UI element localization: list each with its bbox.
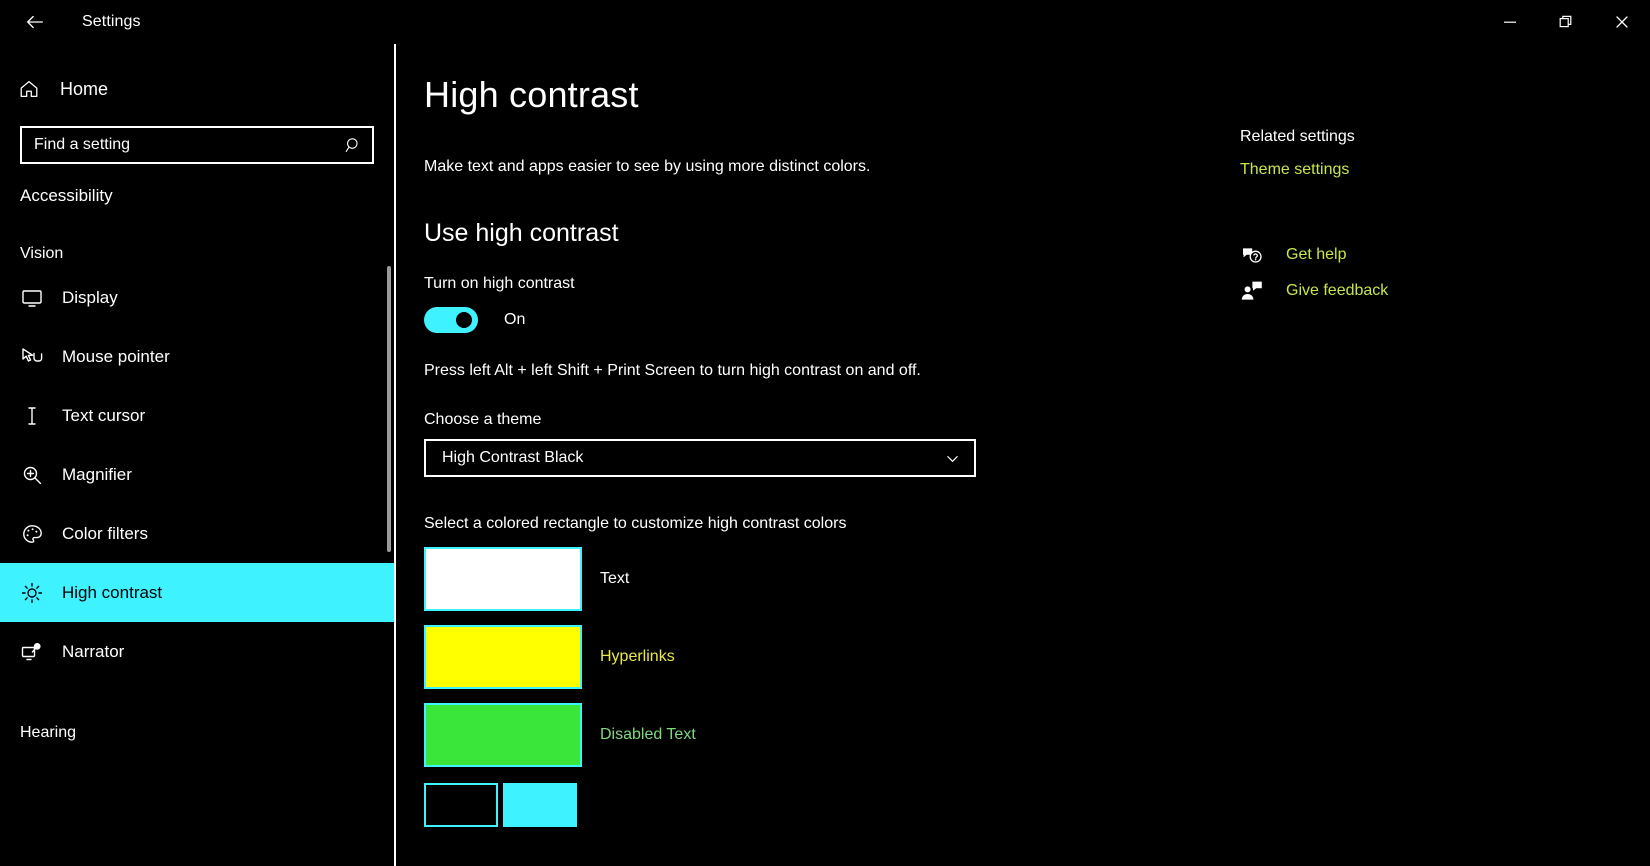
swatch-label-text: Text: [600, 570, 630, 587]
home-icon: [18, 78, 52, 100]
color-swatch-hyperlinks[interactable]: [424, 625, 582, 689]
swatch-row-hyperlinks: Hyperlinks: [424, 625, 1228, 689]
app-title: Settings: [82, 13, 141, 30]
chevron-down-icon: [945, 451, 960, 466]
related-settings-pane: Related settings Theme settings Get help: [1240, 44, 1640, 866]
high-contrast-toggle-row: On: [424, 307, 1228, 333]
toggle-label: Turn on high contrast: [424, 275, 575, 292]
help-block: Get help Give feedback: [1240, 237, 1640, 309]
swatch-caption: Select a colored rectangle to customize …: [424, 515, 847, 532]
title-bar: Settings: [0, 0, 1650, 44]
sidebar-item-color-filters[interactable]: Color filters: [0, 504, 394, 563]
minimize-button[interactable]: [1482, 0, 1538, 44]
home-label: Home: [60, 78, 109, 99]
back-button[interactable]: [12, 6, 58, 38]
close-icon: [1616, 16, 1628, 28]
high-contrast-toggle[interactable]: [424, 307, 478, 333]
sidebar-item-label: Narrator: [62, 641, 125, 661]
sidebar-group-vision: Vision: [20, 245, 64, 262]
section-heading: Use high contrast: [424, 219, 619, 247]
brightness-sun-icon: [14, 581, 50, 605]
search-box[interactable]: [20, 126, 374, 164]
sidebar: Home Accessibility Vision: [0, 44, 396, 866]
related-settings-title: Related settings: [1240, 128, 1355, 145]
back-arrow-icon: [27, 15, 43, 29]
close-button[interactable]: [1594, 0, 1650, 44]
swatch-row-text: Text: [424, 547, 1228, 611]
sidebar-item-high-contrast[interactable]: High contrast: [0, 563, 394, 622]
sidebar-item-label: Color filters: [62, 523, 148, 543]
get-help-row[interactable]: Get help: [1240, 237, 1640, 273]
swatch-row-disabled-text: Disabled Text: [424, 703, 1228, 767]
swatch-row-partial: [424, 783, 1228, 827]
theme-settings-link[interactable]: Theme settings: [1240, 161, 1640, 179]
theme-selected-value: High Contrast Black: [442, 449, 584, 466]
main-content: High contrast Make text and apps easier …: [398, 44, 1228, 866]
color-swatch-disabled-text[interactable]: [424, 703, 582, 767]
sidebar-item-home[interactable]: Home: [0, 68, 394, 110]
mouse-pointer-icon: [14, 345, 50, 369]
window-controls: [1482, 0, 1650, 44]
sidebar-item-label: Text cursor: [62, 405, 146, 425]
sidebar-item-mouse-pointer[interactable]: Mouse pointer: [0, 327, 394, 386]
minimize-icon: [1504, 21, 1516, 23]
question-bubble-icon: [1240, 243, 1276, 267]
swatch-label-disabled-text: Disabled Text: [600, 726, 696, 743]
sidebar-nav-list: Vision Display Mouse pointer Text cursor…: [0, 240, 394, 747]
settings-window: Settings Home Find a setting Accessibili…: [0, 0, 1650, 866]
theme-dropdown[interactable]: High Contrast Black: [424, 439, 976, 477]
sidebar-item-text-cursor[interactable]: Text cursor: [0, 386, 394, 445]
monitor-icon: [14, 286, 50, 310]
page-description: Make text and apps easier to see by usin…: [424, 158, 871, 175]
sidebar-item-label: High contrast: [62, 582, 163, 602]
magnifier-icon: [14, 463, 50, 487]
restore-button[interactable]: [1538, 0, 1594, 44]
toggle-state-label: On: [504, 311, 526, 328]
search-input[interactable]: [22, 128, 334, 162]
feedback-person-icon: [1240, 279, 1276, 303]
narrator-icon: [14, 640, 50, 664]
sidebar-item-magnifier[interactable]: Magnifier: [0, 445, 394, 504]
toggle-knob: [456, 312, 472, 328]
swatch-label-hyperlinks: Hyperlinks: [600, 648, 675, 665]
text-cursor-icon: [14, 404, 50, 428]
sidebar-group-hearing: Hearing: [20, 724, 77, 741]
search-icon[interactable]: [334, 136, 372, 155]
give-feedback-row[interactable]: Give feedback: [1240, 273, 1640, 309]
page-title: High contrast: [424, 74, 639, 115]
shortcut-hint: Press left Alt + left Shift + Print Scre…: [424, 362, 921, 379]
color-swatch-selected-background[interactable]: [503, 783, 577, 827]
sidebar-scrollbar-thumb[interactable]: [387, 266, 391, 552]
color-swatch-selected-text[interactable]: [424, 783, 498, 827]
sidebar-item-label: Magnifier: [62, 464, 132, 484]
sidebar-category-title: Accessibility: [20, 186, 113, 205]
theme-field-label: Choose a theme: [424, 411, 542, 428]
get-help-label: Get help: [1286, 246, 1347, 263]
give-feedback-label: Give feedback: [1286, 282, 1389, 299]
sidebar-item-display[interactable]: Display: [0, 268, 394, 327]
sidebar-item-label: Display: [62, 287, 118, 307]
color-swatch-text[interactable]: [424, 547, 582, 611]
sidebar-item-label: Mouse pointer: [62, 346, 170, 366]
sidebar-item-narrator[interactable]: Narrator: [0, 622, 394, 681]
palette-icon: [14, 522, 50, 546]
restore-icon: [1559, 15, 1572, 28]
